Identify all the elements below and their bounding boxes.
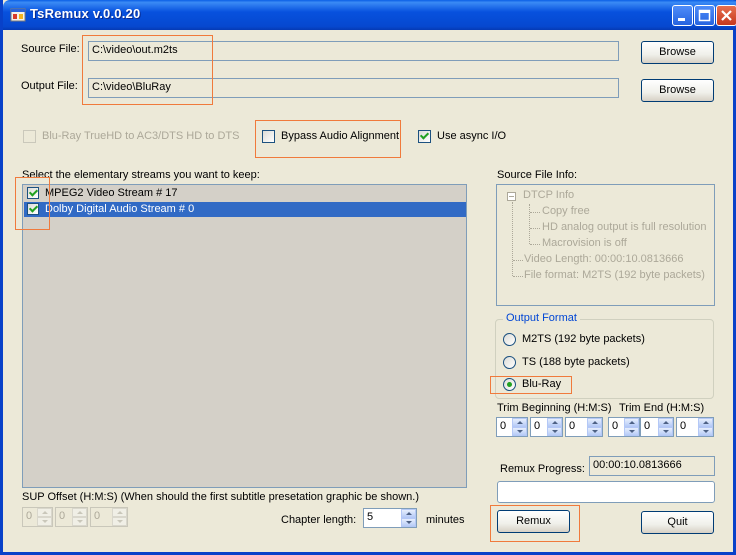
spin-up-icon[interactable]: [37, 508, 52, 517]
window-title: TsRemux v.0.0.20: [30, 6, 141, 21]
output-file-field[interactable]: C:\video\BluRay: [88, 78, 619, 98]
sup-offset-seconds[interactable]: 0: [90, 507, 128, 527]
app-icon: [10, 8, 26, 22]
maximize-button[interactable]: [694, 5, 715, 26]
trim-end-seconds[interactable]: 0: [676, 417, 714, 437]
spin-down-icon[interactable]: [547, 427, 562, 436]
spin-down-icon[interactable]: [72, 517, 87, 526]
spin-up-icon[interactable]: [587, 418, 602, 427]
spin-down-icon[interactable]: [512, 427, 527, 436]
output-file-label: Output File:: [21, 80, 78, 92]
tree-node[interactable]: Copy free: [542, 205, 590, 217]
tree-node-video-length[interactable]: Video Length: 00:00:10.0813666: [524, 253, 683, 265]
remux-progress-label: Remux Progress:: [500, 463, 585, 475]
spin-up-icon[interactable]: [512, 418, 527, 427]
quit-button[interactable]: Quit: [641, 511, 714, 534]
spin-up-icon[interactable]: [112, 508, 127, 517]
app-window: TsRemux v.0.0.20 Source File: C:\video\o…: [0, 0, 736, 555]
ts-label: TS (188 byte packets): [522, 356, 630, 368]
stream-label: Dolby Digital Audio Stream # 0: [45, 203, 195, 215]
list-item[interactable]: Dolby Digital Audio Stream # 0: [24, 202, 466, 217]
async-io-checkbox[interactable]: [418, 130, 431, 143]
check-icon: [419, 130, 430, 140]
truehd-label: Blu-Ray TrueHD to AC3/DTS HD to DTS: [42, 130, 240, 142]
trim-begin-label: Trim Beginning (H:M:S): [497, 402, 612, 414]
chapter-length-stepper[interactable]: 5: [363, 508, 417, 528]
stream-checkbox[interactable]: [27, 203, 39, 215]
m2ts-radio[interactable]: [503, 333, 516, 346]
title-bar[interactable]: TsRemux v.0.0.20: [3, 0, 736, 30]
tree-line: [530, 244, 540, 245]
chapter-unit-label: minutes: [426, 514, 465, 526]
bluray-label: Blu-Ray: [522, 378, 562, 390]
spin-down-icon[interactable]: [37, 517, 52, 526]
spin-down-icon[interactable]: [658, 427, 673, 436]
minimize-icon: [678, 18, 685, 21]
remux-progress-bar: [497, 481, 715, 503]
trim-begin-hours[interactable]: 0: [496, 417, 528, 437]
bypass-audio-label: Bypass Audio Alignment: [281, 130, 400, 142]
source-file-label: Source File:: [21, 43, 80, 55]
bluray-radio[interactable]: [503, 378, 516, 391]
async-io-label: Use async I/O: [437, 130, 507, 142]
spin-up-icon[interactable]: [698, 418, 713, 427]
trim-begin-minutes[interactable]: 0: [530, 417, 563, 437]
sup-offset-hours[interactable]: 0: [22, 507, 53, 527]
ts-radio[interactable]: [503, 356, 516, 369]
streams-label: Select the elementary streams you want t…: [22, 169, 260, 181]
truehd-checkbox[interactable]: [23, 130, 36, 143]
radio-selected-icon: [507, 382, 512, 387]
spin-up-icon[interactable]: [401, 509, 416, 518]
spin-up-icon[interactable]: [624, 418, 639, 427]
tree-line: [529, 204, 530, 244]
source-info-tree[interactable]: DTCP Info Copy free HD analog output is …: [496, 184, 715, 306]
tree-line: [512, 202, 513, 276]
m2ts-label: M2TS (192 byte packets): [522, 333, 645, 345]
output-format-title: Output Format: [503, 312, 580, 324]
tree-line: [513, 276, 523, 277]
remux-button[interactable]: Remux: [497, 510, 570, 533]
tree-line: [530, 212, 540, 213]
source-browse-button[interactable]: Browse: [641, 41, 714, 64]
stream-label: MPEG2 Video Stream # 17: [45, 187, 178, 199]
tree-node[interactable]: HD analog output is full resolution: [542, 221, 706, 233]
spin-up-icon[interactable]: [72, 508, 87, 517]
chapter-length-label: Chapter length:: [281, 514, 357, 526]
trim-end-minutes[interactable]: 0: [640, 417, 674, 437]
streams-list[interactable]: MPEG2 Video Stream # 17 Dolby Digital Au…: [22, 184, 467, 488]
collapse-icon[interactable]: [507, 192, 516, 201]
spin-up-icon[interactable]: [547, 418, 562, 427]
tree-node-dtcp[interactable]: DTCP Info: [523, 189, 574, 201]
list-item[interactable]: MPEG2 Video Stream # 17: [24, 186, 466, 201]
source-file-field[interactable]: C:\video\out.m2ts: [88, 41, 619, 61]
trim-begin-seconds[interactable]: 0: [565, 417, 603, 437]
tree-line: [513, 260, 523, 261]
output-browse-button[interactable]: Browse: [641, 79, 714, 102]
tree-node-file-format[interactable]: File format: M2TS (192 byte packets): [524, 269, 705, 281]
spin-down-icon[interactable]: [587, 427, 602, 436]
tree-line: [530, 228, 540, 229]
spin-down-icon[interactable]: [401, 518, 416, 527]
check-icon: [28, 203, 39, 213]
minimize-button[interactable]: [672, 5, 693, 26]
stream-checkbox[interactable]: [27, 187, 39, 199]
spin-down-icon[interactable]: [698, 427, 713, 436]
close-button[interactable]: [716, 5, 736, 26]
sup-offset-minutes[interactable]: 0: [55, 507, 88, 527]
maximize-icon: [698, 9, 711, 22]
source-info-label: Source File Info:: [497, 169, 578, 181]
trim-end-label: Trim End (H:M:S): [619, 402, 705, 414]
spin-down-icon[interactable]: [624, 427, 639, 436]
close-icon: [721, 10, 732, 21]
sup-offset-label: SUP Offset (H:M:S) (When should the firs…: [22, 491, 419, 503]
tree-node[interactable]: Macrovision is off: [542, 237, 627, 249]
remux-time-field: 00:00:10.0813666: [589, 456, 715, 476]
spin-down-icon[interactable]: [112, 517, 127, 526]
spin-up-icon[interactable]: [658, 418, 673, 427]
check-icon: [28, 187, 39, 197]
bypass-audio-checkbox[interactable]: [262, 130, 275, 143]
trim-end-hours[interactable]: 0: [608, 417, 640, 437]
